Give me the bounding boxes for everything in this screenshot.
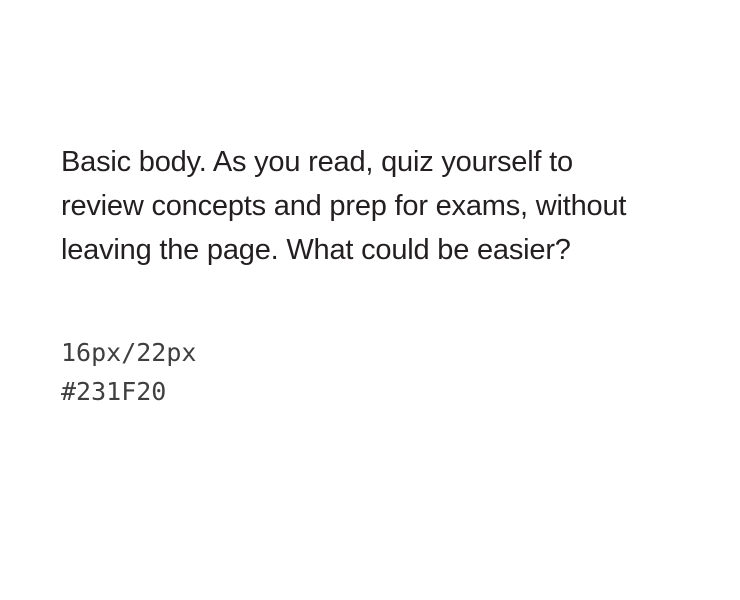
color-hex-spec: #231F20 — [61, 377, 167, 406]
type-specimen: Basic body. As you read, quiz yourself t… — [61, 140, 661, 411]
type-spec-details: 16px/22px #231F20 — [61, 333, 661, 411]
font-size-line-height-spec: 16px/22px — [61, 338, 197, 367]
body-sample-text: Basic body. As you read, quiz yourself t… — [61, 146, 627, 266]
